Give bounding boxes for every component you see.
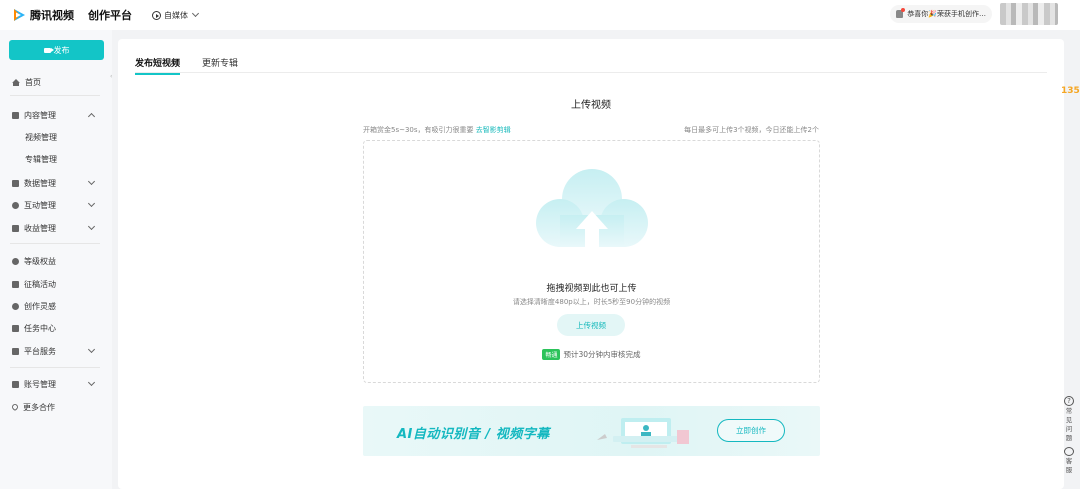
content-icon: [12, 111, 19, 119]
tabs-divider: [135, 72, 1047, 73]
sidebar-item-label: 首页: [25, 77, 41, 87]
sidebar-item-label: 收益管理: [24, 223, 56, 233]
user-avatar[interactable]: [1000, 3, 1058, 25]
sidebar-item-label: 创作灵感: [24, 301, 56, 311]
sidebar-item-platform-service[interactable]: 平台服务: [12, 344, 102, 358]
lightbulb-icon: [12, 302, 19, 310]
brand-logo[interactable]: 腾讯视频: [12, 7, 74, 23]
platform-title: 创作平台: [88, 9, 132, 22]
chevron-down-icon: [87, 177, 96, 186]
help-float: ? 常见问题 客服: [1058, 396, 1080, 475]
top-bar: 腾讯视频 创作平台 自媒体 恭喜你🎉荣获手机创作…: [0, 0, 1080, 30]
faq-link[interactable]: 常见问题: [1063, 407, 1075, 443]
sidebar-item-label: 平台服务: [24, 346, 56, 356]
sidebar-item-inspiration[interactable]: 创作灵感: [12, 299, 102, 313]
sidebar-item-interaction[interactable]: 互动管理: [12, 198, 102, 212]
chevron-up-icon: [87, 112, 96, 121]
sidebar-divider: [10, 95, 100, 96]
megaphone-icon: [12, 280, 19, 288]
status-badge: 畅通: [542, 349, 561, 360]
tencent-video-logo-icon: [14, 9, 25, 21]
upload-title: 上传视频: [571, 100, 611, 111]
video-camera-icon: [43, 47, 54, 53]
chevron-down-icon: [87, 199, 96, 208]
sidebar-item-video-manage[interactable]: 视频管理: [25, 132, 57, 143]
sidebar-item-cooperation[interactable]: 更多合作: [10, 400, 102, 414]
dropzone-title: 拖拽视频到此也可上传: [546, 284, 637, 294]
sidebar-item-label: 内容管理: [24, 110, 56, 120]
play-circle-icon: [152, 10, 161, 20]
ai-subtitle-banner[interactable]: AI自动识别音 / 视频字幕 立即创作: [363, 406, 820, 456]
diamond-icon: [12, 257, 19, 265]
floating-135-logo[interactable]: 135: [1061, 86, 1080, 96]
banner-illustration: [597, 418, 689, 448]
media-type-dropdown[interactable]: 自媒体: [152, 9, 200, 21]
sidebar-item-label: 等级权益: [24, 256, 56, 266]
sidebar-item-content[interactable]: 内容管理: [12, 108, 102, 122]
create-now-button[interactable]: 立即创作: [717, 419, 785, 442]
banner-title: AI自动识别音 / 视频字幕: [397, 427, 550, 442]
sidebar-collapse-icon[interactable]: ‹: [110, 73, 112, 80]
sidebar-item-home[interactable]: 首页: [12, 75, 102, 89]
task-icon: [12, 324, 19, 332]
publish-button[interactable]: 发布: [9, 40, 104, 60]
chat-icon: [12, 201, 19, 209]
sidebar-item-tasks[interactable]: 任务中心: [12, 321, 102, 335]
upload-video-button[interactable]: 上传视频: [557, 314, 625, 336]
brand-name: 腾讯视频: [30, 9, 74, 22]
sidebar-item-income[interactable]: 收益管理: [12, 221, 102, 235]
service-icon: [12, 347, 19, 355]
zhiying-edit-link[interactable]: 去智影剪辑: [476, 126, 511, 134]
sidebar-item-label: 任务中心: [24, 323, 56, 333]
customer-service-icon[interactable]: [1064, 447, 1074, 456]
sidebar-item-label: 账号管理: [24, 379, 56, 389]
media-type-label: 自媒体: [164, 10, 188, 20]
review-status: 畅通 预计30分钟内审核完成: [364, 349, 819, 360]
sidebar-item-account[interactable]: 账号管理: [12, 377, 102, 391]
heart-icon: [10, 402, 20, 412]
publish-label: 发布: [53, 45, 70, 55]
sidebar-item-contest[interactable]: 征稿活动: [12, 277, 102, 291]
main-panel: 发布短视频 更新专辑 上传视频 开箱赏金5s~30s，有吸引力很重要 去智影剪辑…: [118, 39, 1064, 489]
review-text: 预计30分钟内审核完成: [563, 350, 641, 359]
sidebar-item-label: 更多合作: [23, 402, 55, 412]
sidebar-item-level[interactable]: 等级权益: [12, 254, 102, 268]
cloud-upload-icon: [536, 169, 648, 249]
upload-tip: 开箱赏金5s~30s，有吸引力很重要 去智影剪辑: [363, 125, 511, 135]
upload-dropzone[interactable]: 拖拽视频到此也可上传 请选择清晰度480p以上，时长5秒至90分钟的视频 上传视…: [363, 140, 820, 383]
sidebar-divider: [10, 243, 100, 244]
upload-tip-text: 开箱赏金5s~30s，有吸引力很重要: [363, 126, 474, 134]
sidebar-item-label: 数据管理: [24, 178, 56, 188]
dropzone-requirements: 请选择清晰度480p以上，时长5秒至90分钟的视频: [512, 298, 671, 306]
chevron-down-icon: [87, 222, 96, 231]
notification-text: 恭喜你🎉荣获手机创作…: [907, 10, 986, 18]
sidebar-item-data[interactable]: 数据管理: [12, 176, 102, 190]
bell-icon: [896, 8, 906, 18]
income-icon: [12, 224, 19, 232]
chevron-down-icon: [191, 9, 200, 18]
sidebar-item-label: 互动管理: [24, 200, 56, 210]
chevron-down-icon: [87, 378, 96, 387]
customer-service-link[interactable]: 客服: [1063, 457, 1075, 475]
data-icon: [12, 179, 19, 187]
chevron-down-icon: [87, 345, 96, 354]
sidebar: 发布 首页 内容管理 视频管理 专辑管理 数据管理 互动管理 收益管理 等级权益…: [0, 30, 112, 489]
sidebar-divider: [10, 367, 100, 368]
upload-quota: 每日最多可上传3个视频，今日还能上传2个: [684, 126, 819, 134]
sidebar-item-album-manage[interactable]: 专辑管理: [25, 154, 57, 165]
question-icon[interactable]: ?: [1064, 396, 1074, 406]
account-icon: [12, 380, 19, 388]
notification-pill[interactable]: 恭喜你🎉荣获手机创作…: [890, 5, 992, 23]
home-icon: [12, 78, 20, 86]
sidebar-item-label: 征稿活动: [24, 279, 56, 289]
